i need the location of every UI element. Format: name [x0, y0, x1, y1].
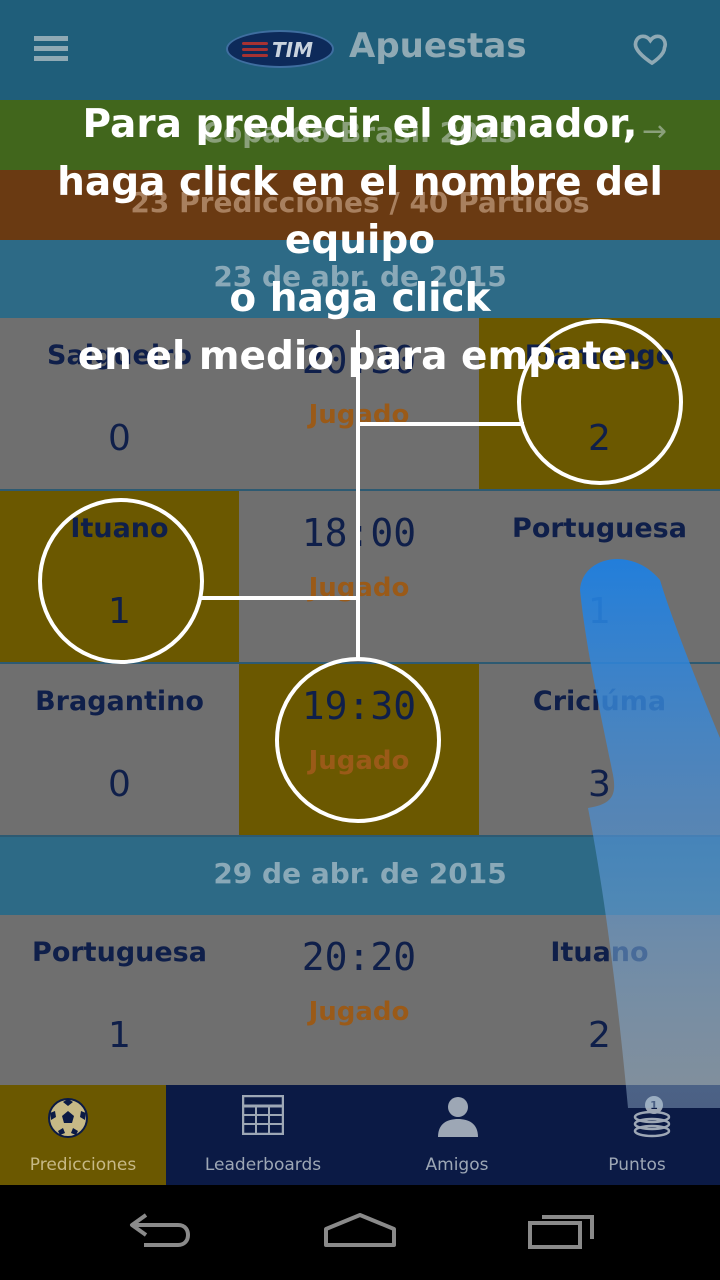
- tab-amigos[interactable]: Amigos: [360, 1085, 554, 1185]
- app-header: TIM Apuestas: [0, 0, 720, 100]
- heart-icon[interactable]: [632, 28, 672, 68]
- tim-logo: TIM: [226, 30, 334, 68]
- match-status: Jugado: [308, 997, 410, 1027]
- away-score: 2: [588, 418, 611, 459]
- tab-puntos[interactable]: 1 Puntos: [554, 1085, 720, 1185]
- away-team-cell[interactable]: Criciúma 3: [479, 664, 720, 835]
- soccer-ball-icon: [48, 1098, 88, 1138]
- away-score: 3: [588, 764, 611, 805]
- match-time: 20:20: [301, 935, 417, 979]
- tutorial-line: Para predecir el ganador,: [82, 102, 638, 147]
- date-label: 29 de abr. de 2015: [213, 857, 507, 890]
- tab-leaderboards[interactable]: Leaderboards: [166, 1085, 360, 1185]
- tab-label: Amigos: [425, 1155, 489, 1175]
- away-team-name: Ituano: [550, 937, 649, 968]
- away-score: 2: [588, 1015, 611, 1056]
- home-icon[interactable]: [322, 1209, 398, 1249]
- svg-text:1: 1: [650, 1099, 658, 1112]
- away-team-name: Criciúma: [532, 686, 667, 717]
- match-status: Jugado: [308, 746, 410, 776]
- date-header: 29 de abr. de 2015: [0, 837, 720, 915]
- home-score: 1: [108, 591, 131, 632]
- grid-table-icon: [242, 1095, 284, 1135]
- match-row: Portuguesa 1 20:20 Jugado Ituano 2: [0, 915, 720, 1085]
- tab-label: Predicciones: [29, 1155, 137, 1175]
- app-title: Apuestas: [349, 26, 527, 66]
- home-team-name: Portuguesa: [32, 937, 207, 968]
- system-nav-bar: [0, 1185, 720, 1280]
- draw-cell[interactable]: 18:00 Jugado: [239, 491, 479, 662]
- draw-cell[interactable]: 19:30 Jugado: [239, 664, 479, 835]
- tab-predicciones[interactable]: Predicciones: [0, 1085, 166, 1185]
- logo-text: TIM: [272, 38, 313, 62]
- home-score: 0: [108, 764, 131, 805]
- home-score: 0: [108, 418, 131, 459]
- match-row: Bragantino 0 19:30 Jugado Criciúma 3: [0, 664, 720, 837]
- away-score: 1: [588, 591, 611, 632]
- away-team-name: Portuguesa: [512, 513, 687, 544]
- match-time: 18:00: [301, 511, 417, 555]
- bottom-tab-bar: Predicciones Leaderboards Amigos 1 Punto…: [0, 1085, 720, 1185]
- home-score: 1: [108, 1015, 131, 1056]
- tutorial-line: haga click en el nombre del equipo: [57, 160, 663, 263]
- away-team-cell[interactable]: Portuguesa 1: [479, 491, 720, 662]
- match-row: Ituano 1 18:00 Jugado Portuguesa 1: [0, 491, 720, 664]
- tutorial-line: en el medio para empate.: [77, 334, 643, 379]
- match-status: Jugado: [308, 400, 410, 430]
- hamburger-menu-icon[interactable]: [34, 36, 68, 62]
- home-team-cell[interactable]: Portuguesa 1: [0, 915, 239, 1086]
- person-icon: [438, 1097, 478, 1137]
- away-team-cell[interactable]: Ituano 2: [479, 915, 720, 1086]
- recents-icon[interactable]: [526, 1209, 598, 1249]
- match-status: Jugado: [308, 573, 410, 603]
- tab-label: Leaderboards: [204, 1155, 322, 1175]
- home-team-cell[interactable]: Ituano 1: [0, 491, 239, 662]
- home-team-cell[interactable]: Bragantino 0: [0, 664, 239, 835]
- tutorial-instructions: Para predecir el ganador, haga click en …: [0, 96, 720, 386]
- home-team-name: Ituano: [70, 513, 169, 544]
- coins-icon: 1: [633, 1096, 671, 1138]
- back-icon[interactable]: [126, 1209, 194, 1249]
- tab-label: Puntos: [608, 1155, 666, 1175]
- home-team-name: Bragantino: [35, 686, 204, 717]
- draw-cell[interactable]: 20:20 Jugado: [239, 915, 479, 1086]
- match-time: 19:30: [301, 684, 417, 728]
- tutorial-line: o haga click: [229, 276, 491, 321]
